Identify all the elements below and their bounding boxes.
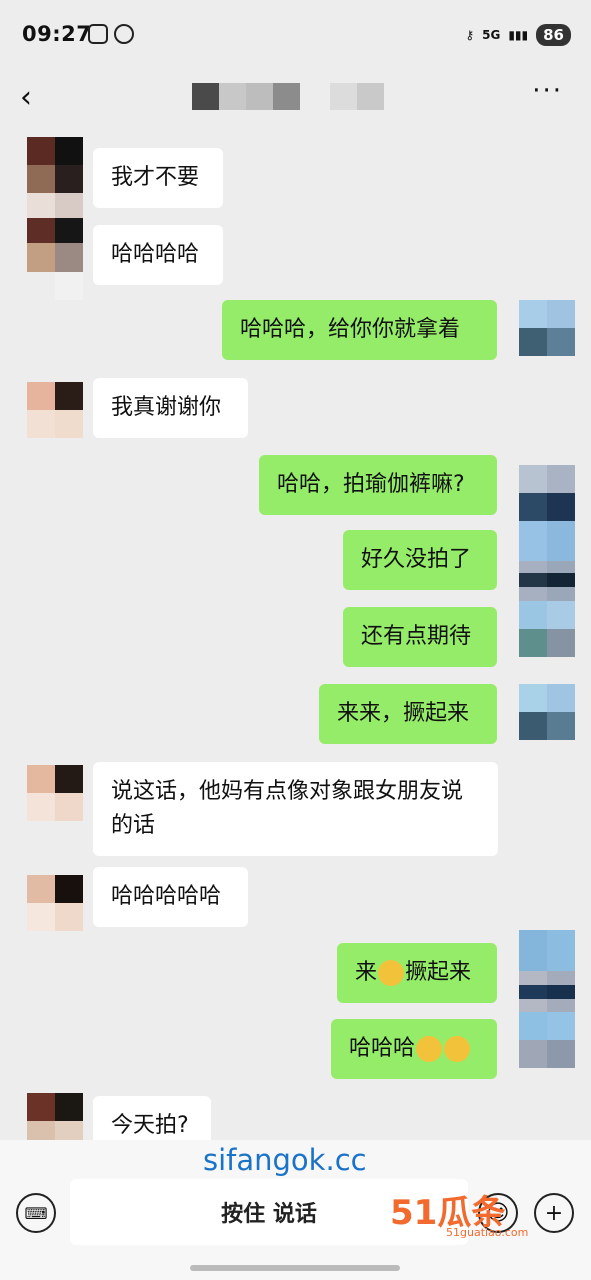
notification-icon [114,24,134,44]
my-avatar[interactable] [519,300,575,356]
contact-name-blurred [192,83,300,110]
my-avatar-lower [519,985,575,1012]
scan-icon [88,24,108,44]
message-bubble-incoming[interactable]: 哈哈哈哈哈 [93,867,248,927]
network-label: 5G [482,28,501,42]
message-bubble-outgoing[interactable]: 还有点期待 [343,607,497,667]
signal-icon: ▮▮▮ [508,28,529,42]
message-bubble-outgoing[interactable]: 来撅起来 [337,943,497,1003]
contact-avatar[interactable] [27,193,83,243]
message-bubble-outgoing[interactable]: 哈哈哈 [331,1019,497,1079]
my-avatar[interactable] [519,1012,575,1068]
watermark-logo-url: 51guatiao.com [446,1226,529,1239]
message-bubble-outgoing[interactable]: 来来，撅起来 [319,684,497,744]
contact-avatar[interactable] [27,875,83,931]
watermark-site: sifangok.cc [203,1143,367,1177]
my-avatar[interactable] [519,601,575,657]
message-bubble-outgoing[interactable]: 哈哈，拍瑜伽裤嘛? [259,455,497,515]
message-bubble-outgoing[interactable]: 哈哈哈，给你你就拿着 [222,300,497,360]
home-indicator[interactable] [190,1265,400,1271]
status-right: ⚷ 5G ▮▮▮ 86 [465,24,571,46]
laugh-cry-emoji-icon [444,1036,471,1062]
contact-avatar[interactable] [27,137,83,193]
my-avatar[interactable] [519,684,575,740]
status-bar: 09:27 ⚷ 5G ▮▮▮ 86 [0,0,591,70]
battery-level: 86 [536,24,571,46]
chat-header: ‹ ··· [0,70,591,125]
plus-icon[interactable]: + [534,1193,574,1233]
more-options-button[interactable]: ··· [532,76,563,106]
my-avatar[interactable] [519,465,575,521]
contact-avatar-lower [27,243,83,300]
chevron-left-icon[interactable]: ‹ [20,80,32,115]
message-bubble-incoming[interactable]: 说这话，他妈有点像对象跟女朋友说的话 [93,762,498,856]
contact-name-blurred-2 [330,83,384,110]
message-bubble-incoming[interactable]: 我才不要 [93,148,223,208]
contact-avatar[interactable] [27,382,83,438]
laugh-cry-emoji-icon [416,1036,443,1062]
message-bubble-incoming[interactable]: 哈哈哈哈 [93,225,223,285]
key-icon: ⚷ [465,28,475,42]
status-time: 09:27 [22,22,92,46]
my-avatar-lower [519,573,575,601]
contact-avatar[interactable] [27,765,83,821]
doge-emoji-icon [378,960,405,986]
message-bubble-incoming[interactable]: 我真谢谢你 [93,378,248,438]
message-bubble-outgoing[interactable]: 好久没拍了 [343,530,497,590]
keyboard-icon[interactable]: ⌨ [16,1193,56,1233]
